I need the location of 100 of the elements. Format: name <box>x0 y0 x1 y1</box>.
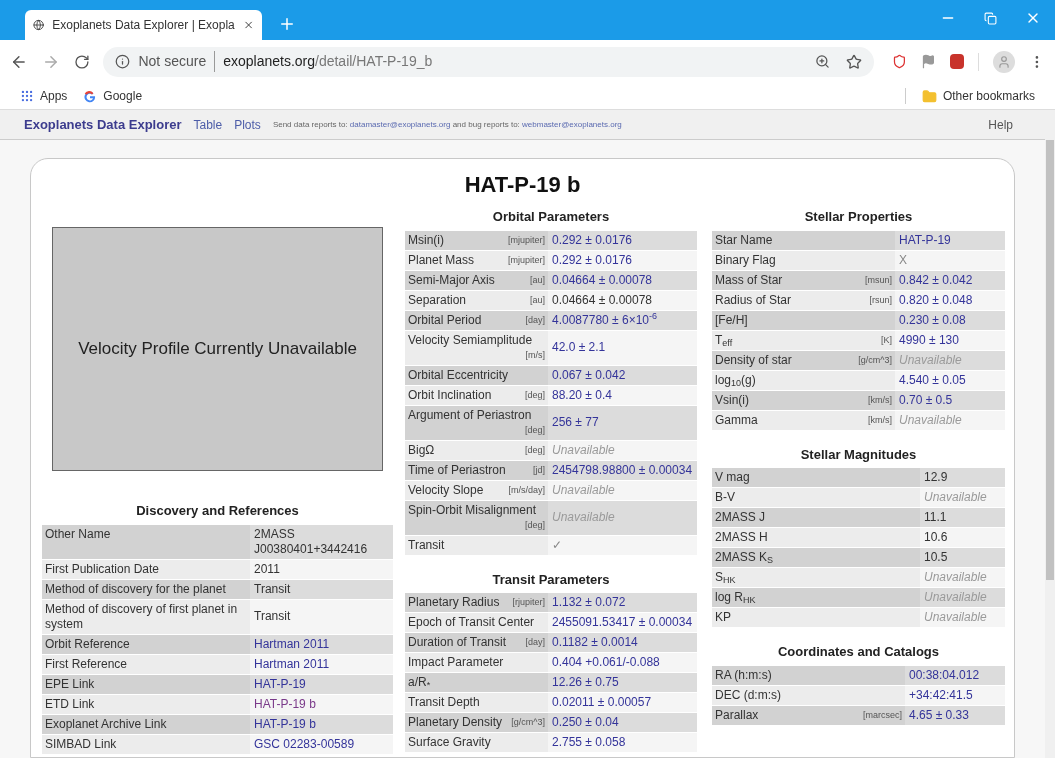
table-cell: Unavailable <box>920 487 1005 508</box>
row-label: S$_{HK}$ <box>715 570 736 585</box>
tab-title: Exoplanets Data Explorer | Exopla <box>52 17 235 34</box>
unit-label: [m/s] <box>525 348 545 362</box>
unit-label: [rsun] <box>869 293 892 307</box>
site-brand[interactable]: Exoplanets Data Explorer <box>24 114 182 135</box>
unit-label: [km/s] <box>868 393 892 407</box>
table-cell: +34:42:41.5 <box>905 685 1005 705</box>
row-label: Orbit Inclination <box>408 387 492 403</box>
help-link[interactable]: Help <box>988 115 1021 134</box>
email-link[interactable]: datamaster@exoplanets.org <box>349 119 451 129</box>
restore-icon[interactable] <box>984 11 997 25</box>
row-label: SIMBAD Link <box>45 736 117 752</box>
value-link[interactable]: Hartman 2011 <box>250 654 393 674</box>
nav-link[interactable]: Plots <box>234 115 261 134</box>
google-logo-icon <box>83 89 98 103</box>
table-cell: 00:38:04.012 <box>905 665 1005 685</box>
row-label: V mag <box>715 470 750 485</box>
security-label: Not secure <box>138 51 216 72</box>
table-cell: 2455091.53417 ± 0.00034 <box>548 612 697 633</box>
new-tab-icon[interactable] <box>278 15 296 33</box>
row-label: Spin-Orbit Misalignment <box>408 502 537 518</box>
table-cell: 11.1 <box>920 507 1005 528</box>
unit-label: [day] <box>525 313 545 327</box>
extension-icon[interactable] <box>891 54 907 69</box>
table-cell: Unavailable <box>920 607 1005 628</box>
bookmark-star-icon[interactable] <box>845 53 862 70</box>
unit-label: [mjupiter] <box>508 233 545 247</box>
row-label: Gamma <box>715 412 758 428</box>
table-cell: Unavailable <box>548 480 697 500</box>
scrollbar[interactable] <box>1045 110 1055 758</box>
unit-label: [deg] <box>524 443 545 457</box>
row-label: EPE Link <box>45 676 95 692</box>
table-cell: X <box>895 250 1005 270</box>
table-cell: 0.250 ± 0.04 <box>548 712 697 733</box>
table-cell: Transit <box>250 599 393 634</box>
info-icon <box>115 54 131 69</box>
bookmark-item[interactable]: Other bookmarks <box>921 87 1035 105</box>
value-link[interactable]: HAT-P-19 <box>895 230 1005 250</box>
row-label: ETD Link <box>45 696 95 712</box>
zoom-icon[interactable] <box>814 54 830 69</box>
row-label: Vsin(i) <box>715 392 749 408</box>
table-cell: 12.26 ± 0.75 <box>548 672 697 693</box>
row-label: a/R$_{*}$ <box>408 675 431 690</box>
row-label: DEC (d:m:s) <box>715 687 781 703</box>
row-label: First Publication Date <box>45 561 160 577</box>
row-label: KP <box>715 610 731 625</box>
table-cell: 4.540 ± 0.05 <box>895 370 1005 390</box>
unit-label: [g/cm^3] <box>511 716 545 729</box>
value-link[interactable]: GSC 02283-00589 <box>250 734 393 754</box>
apps-grid-icon <box>20 89 34 103</box>
row-label: Exoplanet Archive Link <box>45 716 167 732</box>
table-cell: Unavailable <box>548 440 697 460</box>
row-label: Binary Flag <box>715 252 776 268</box>
row-label: Method of discovery of first planet in system <box>45 601 239 632</box>
row-label: Planetary Radius <box>408 595 500 610</box>
value-link[interactable]: HAT-P-19 <box>250 674 393 694</box>
value-link[interactable]: Hartman 2011 <box>250 634 393 654</box>
table-cell: 0.842 ± 0.042 <box>895 270 1005 290</box>
row-label: [Fe/H] <box>715 312 748 328</box>
placeholder-message: Velocity Profile Currently Unavailable <box>78 338 357 361</box>
value-link[interactable]: HAT-P-19 b <box>250 714 393 734</box>
unit-label: [K] <box>881 333 892 347</box>
bookmark-item[interactable]: Google <box>83 87 143 105</box>
section-heading: Coordinates and Catalogs <box>776 643 941 661</box>
value-link[interactable]: HAT-P-19 b <box>250 694 393 714</box>
row-label: Surface Gravity <box>408 735 491 750</box>
unit-label: [jd] <box>533 463 545 477</box>
row-label: Planetary Density <box>408 715 503 730</box>
scrollbar-thumb[interactable] <box>1046 140 1054 580</box>
table-cell: 0.1182 ± 0.0014 <box>548 632 697 653</box>
table-cell: 12.9 <box>920 468 1005 488</box>
email-link[interactable]: webmaster@exoplanets.org <box>522 119 622 129</box>
table-cell: ✓ <box>548 535 697 555</box>
table-cell: 256 ± 77 <box>548 405 697 440</box>
row-label: Orbit Reference <box>45 636 130 652</box>
row-label: Velocity Semiamplitude <box>408 332 533 348</box>
row-label: Planet Mass <box>408 252 475 268</box>
table-cell: Unavailable <box>548 500 697 535</box>
nav-link[interactable]: Table <box>193 115 223 134</box>
row-label: Other Name <box>45 526 111 542</box>
url-text: exoplanets.org/detail/HAT-P-19_b <box>223 52 433 71</box>
row-label: Transit Depth <box>408 695 480 710</box>
table-cell: Unavailable <box>895 350 1005 370</box>
flag-icon[interactable] <box>920 54 936 69</box>
unit-label: [deg] <box>524 423 545 437</box>
reload-icon[interactable] <box>73 53 90 70</box>
row-label: log$_{10}$(g) <box>715 372 756 388</box>
avatar-icon[interactable] <box>993 50 1016 73</box>
table-cell: 0.02011 ± 0.00057 <box>548 692 697 713</box>
address-bar[interactable]: Not secure exoplanets.org/detail/HAT-P-19_b <box>103 46 874 77</box>
table-cell: 42.0 ± 2.1 <box>548 330 697 365</box>
bookmark-item[interactable]: Apps <box>20 87 68 105</box>
row-label: Semi-Major Axis <box>408 272 495 288</box>
row-label: Star Name <box>715 232 773 248</box>
section-heading: Transit Parameters <box>491 570 611 589</box>
folder-icon <box>921 88 937 104</box>
table-cell: 1.132 ± 0.072 <box>548 593 697 613</box>
table-cell: Unavailable <box>920 587 1005 608</box>
browser-tab[interactable]: Exoplanets Data Explorer | Exopla <box>25 10 262 40</box>
